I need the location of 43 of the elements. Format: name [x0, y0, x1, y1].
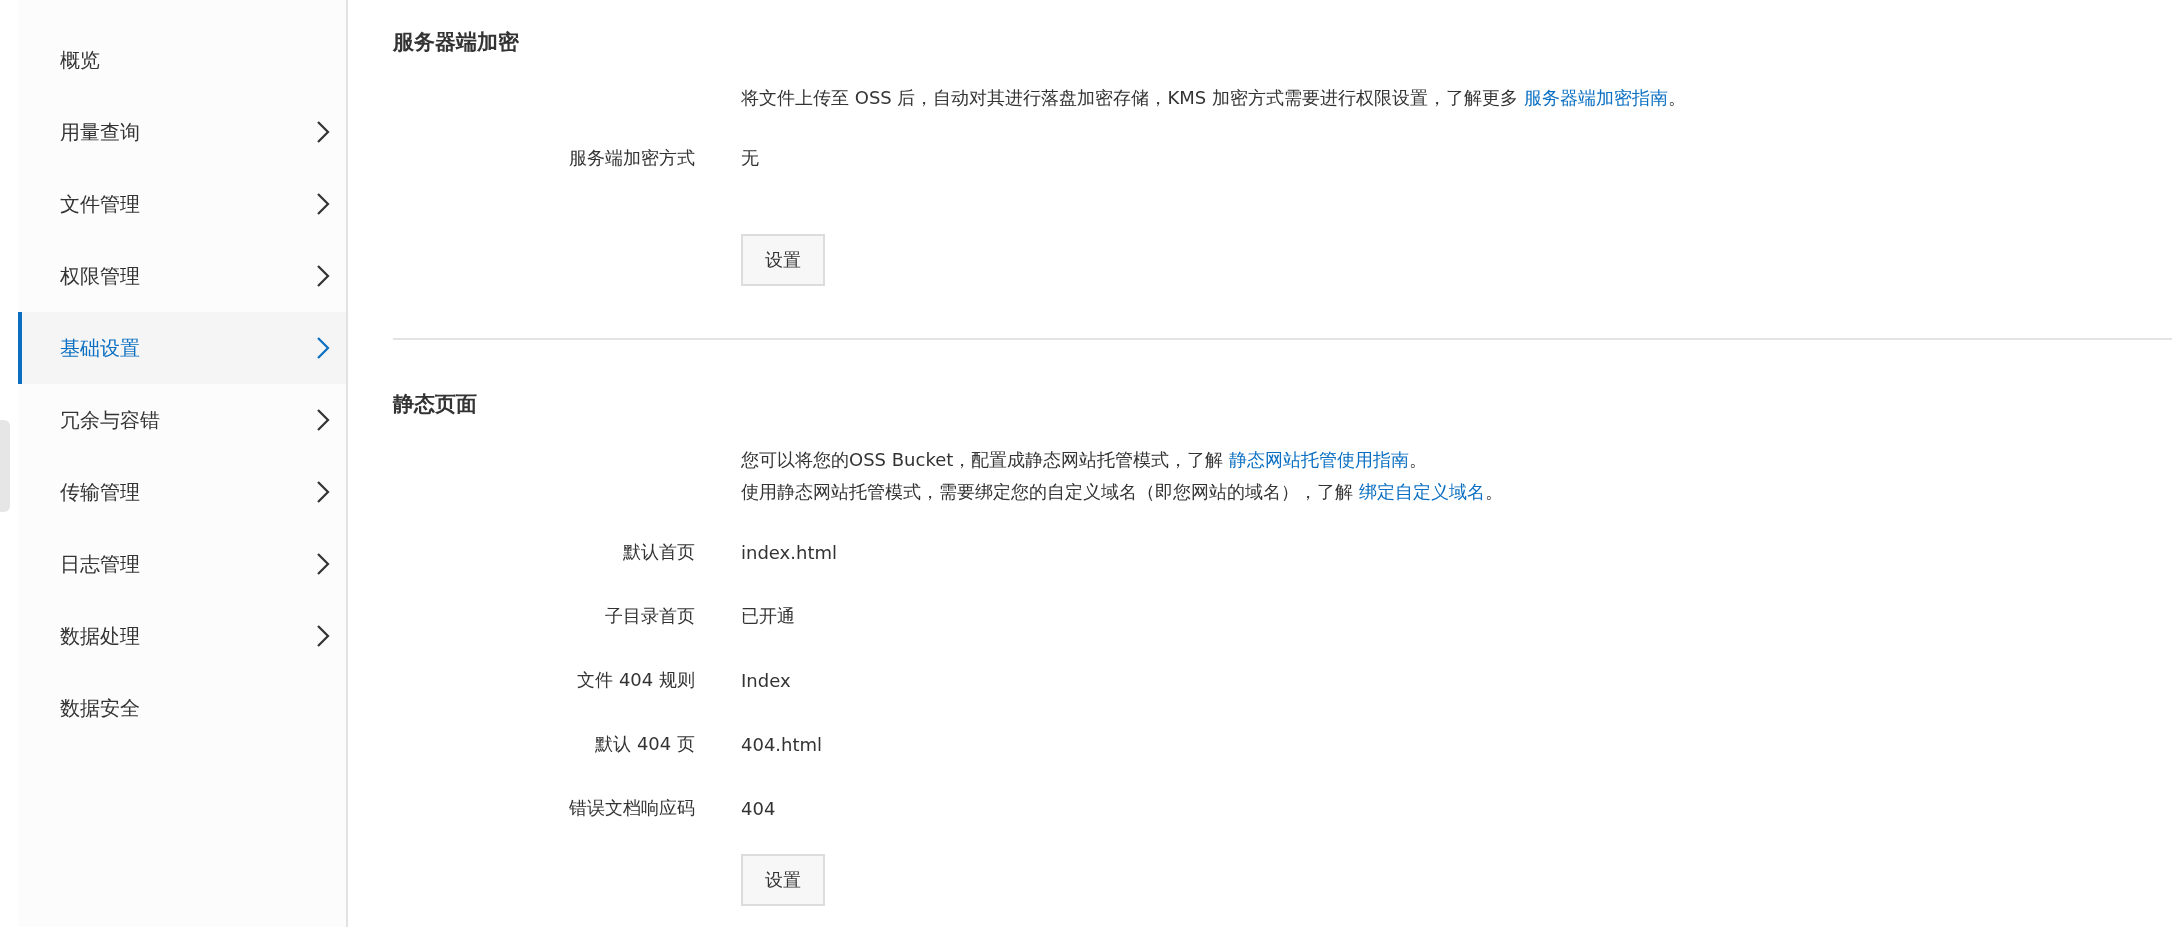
section-title: 静态页面	[393, 391, 478, 418]
sidebar-item-label: 冗余与容错	[60, 406, 160, 434]
sidebar-item-label: 数据安全	[60, 694, 140, 722]
sidebar-item[interactable]: 基础设置	[18, 312, 346, 384]
field-label: 错误文档响应码	[569, 796, 695, 820]
collapse-handle[interactable]	[0, 420, 10, 512]
settings-button[interactable]: 设置	[741, 854, 825, 906]
sidebar-item-label: 权限管理	[60, 262, 140, 290]
sidebar-item[interactable]: 文件管理	[18, 168, 346, 240]
sidebar-item[interactable]: 概览	[18, 24, 346, 96]
field-label: 默认首页	[623, 540, 695, 564]
sidebar-item-label: 基础设置	[60, 334, 140, 362]
sidebar-item[interactable]: 传输管理	[18, 456, 346, 528]
sidebar-item-label: 日志管理	[60, 550, 140, 578]
sidebar-item-label: 概览	[60, 46, 100, 74]
sidebar-item-label: 用量查询	[60, 118, 140, 146]
field-label: 子目录首页	[605, 604, 695, 628]
sidebar-item[interactable]: 日志管理	[18, 528, 346, 600]
sidebar-item-label: 文件管理	[60, 190, 140, 218]
section-title: 服务器端加密	[393, 29, 520, 56]
field-value: 已开通	[741, 604, 795, 628]
field-value: index.html	[741, 541, 837, 563]
guide-link[interactable]: 绑定自定义域名	[1358, 481, 1485, 502]
sidebar-item[interactable]: 数据安全	[18, 672, 346, 744]
sidebar-item-label: 数据处理	[60, 622, 140, 650]
field-label: 默认 404 页	[595, 732, 695, 756]
settings-button[interactable]: 设置	[741, 234, 825, 286]
description-text: 将文件上传至 OSS 后，自动对其进行落盘加密存储，KMS 加密方式需要进行权限设置，了解更多 服务器端加密指南。	[741, 86, 1686, 110]
field-value: 无	[741, 146, 759, 170]
sidebar-item[interactable]: 数据处理	[18, 600, 346, 672]
guide-link[interactable]: 静态网站托管使用指南	[1229, 449, 1410, 470]
guide-link[interactable]: 服务器端加密指南	[1523, 87, 1668, 108]
field-value: 404.html	[741, 733, 823, 755]
sidebar-item[interactable]: 权限管理	[18, 240, 346, 312]
sidebar-item-label: 传输管理	[60, 478, 140, 506]
description-text: 您可以将您的OSS Bucket，配置成静态网站托管模式，了解 静态网站托管使用指南。	[741, 448, 1429, 472]
field-value: Index	[741, 669, 791, 691]
field-value: 404	[741, 797, 776, 819]
field-label: 文件 404 规则	[577, 668, 695, 692]
description-text: 使用静态网站托管模式，需要绑定您的自定义域名（即您网站的域名），了解 绑定自定义域名。	[741, 480, 1503, 504]
sidebar-item[interactable]: 用量查询	[18, 96, 346, 168]
sidebar-item[interactable]: 冗余与容错	[18, 384, 346, 456]
field-label: 服务端加密方式	[569, 146, 695, 170]
